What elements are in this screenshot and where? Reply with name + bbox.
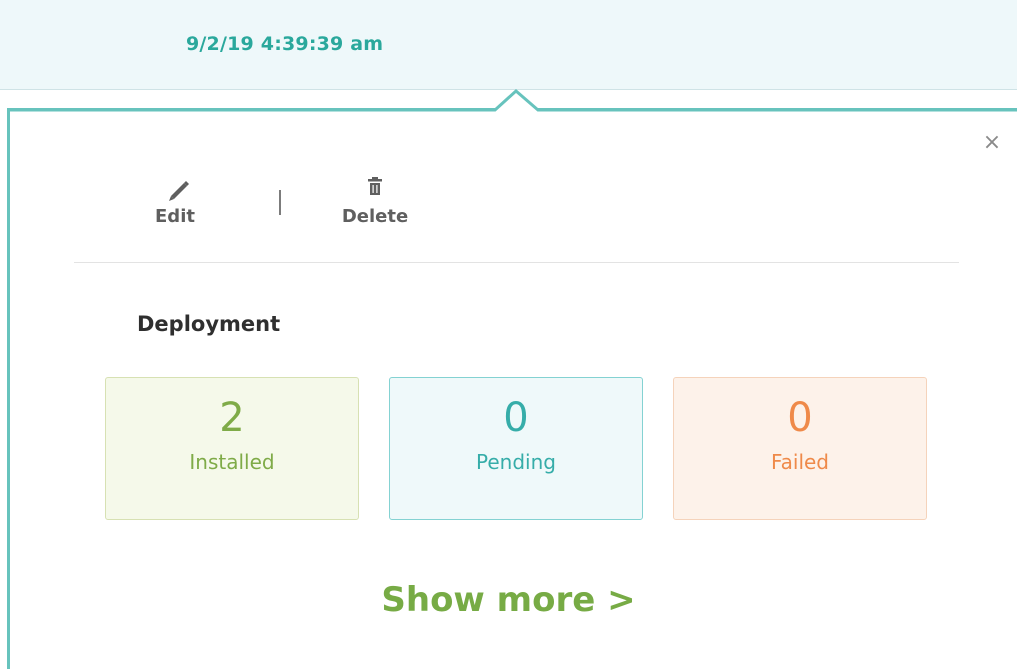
pencil-icon [169, 181, 189, 201]
delete-button[interactable]: Delete [330, 174, 420, 227]
edit-button[interactable]: Edit [130, 174, 220, 227]
installed-label: Installed [189, 450, 275, 474]
installed-stat-card[interactable]: 2 Installed [105, 377, 359, 520]
trash-icon [368, 177, 382, 195]
pending-label: Pending [476, 450, 556, 474]
close-icon[interactable]: × [982, 130, 1002, 156]
delete-label: Delete [341, 206, 409, 227]
failed-stat-card[interactable]: 0 Failed [673, 377, 927, 520]
failed-count: 0 [787, 395, 813, 441]
actions-divider [74, 262, 959, 263]
deployment-title: Deployment [137, 312, 281, 336]
pending-stat-card[interactable]: 0 Pending [389, 377, 643, 520]
show-more-link[interactable]: Show more > [0, 580, 1017, 620]
edit-label: Edit [155, 206, 195, 227]
panel-arrow [10, 88, 1017, 112]
action-separator [279, 190, 281, 215]
installed-count: 2 [219, 395, 245, 441]
failed-label: Failed [770, 450, 830, 474]
pending-count: 0 [503, 395, 529, 441]
